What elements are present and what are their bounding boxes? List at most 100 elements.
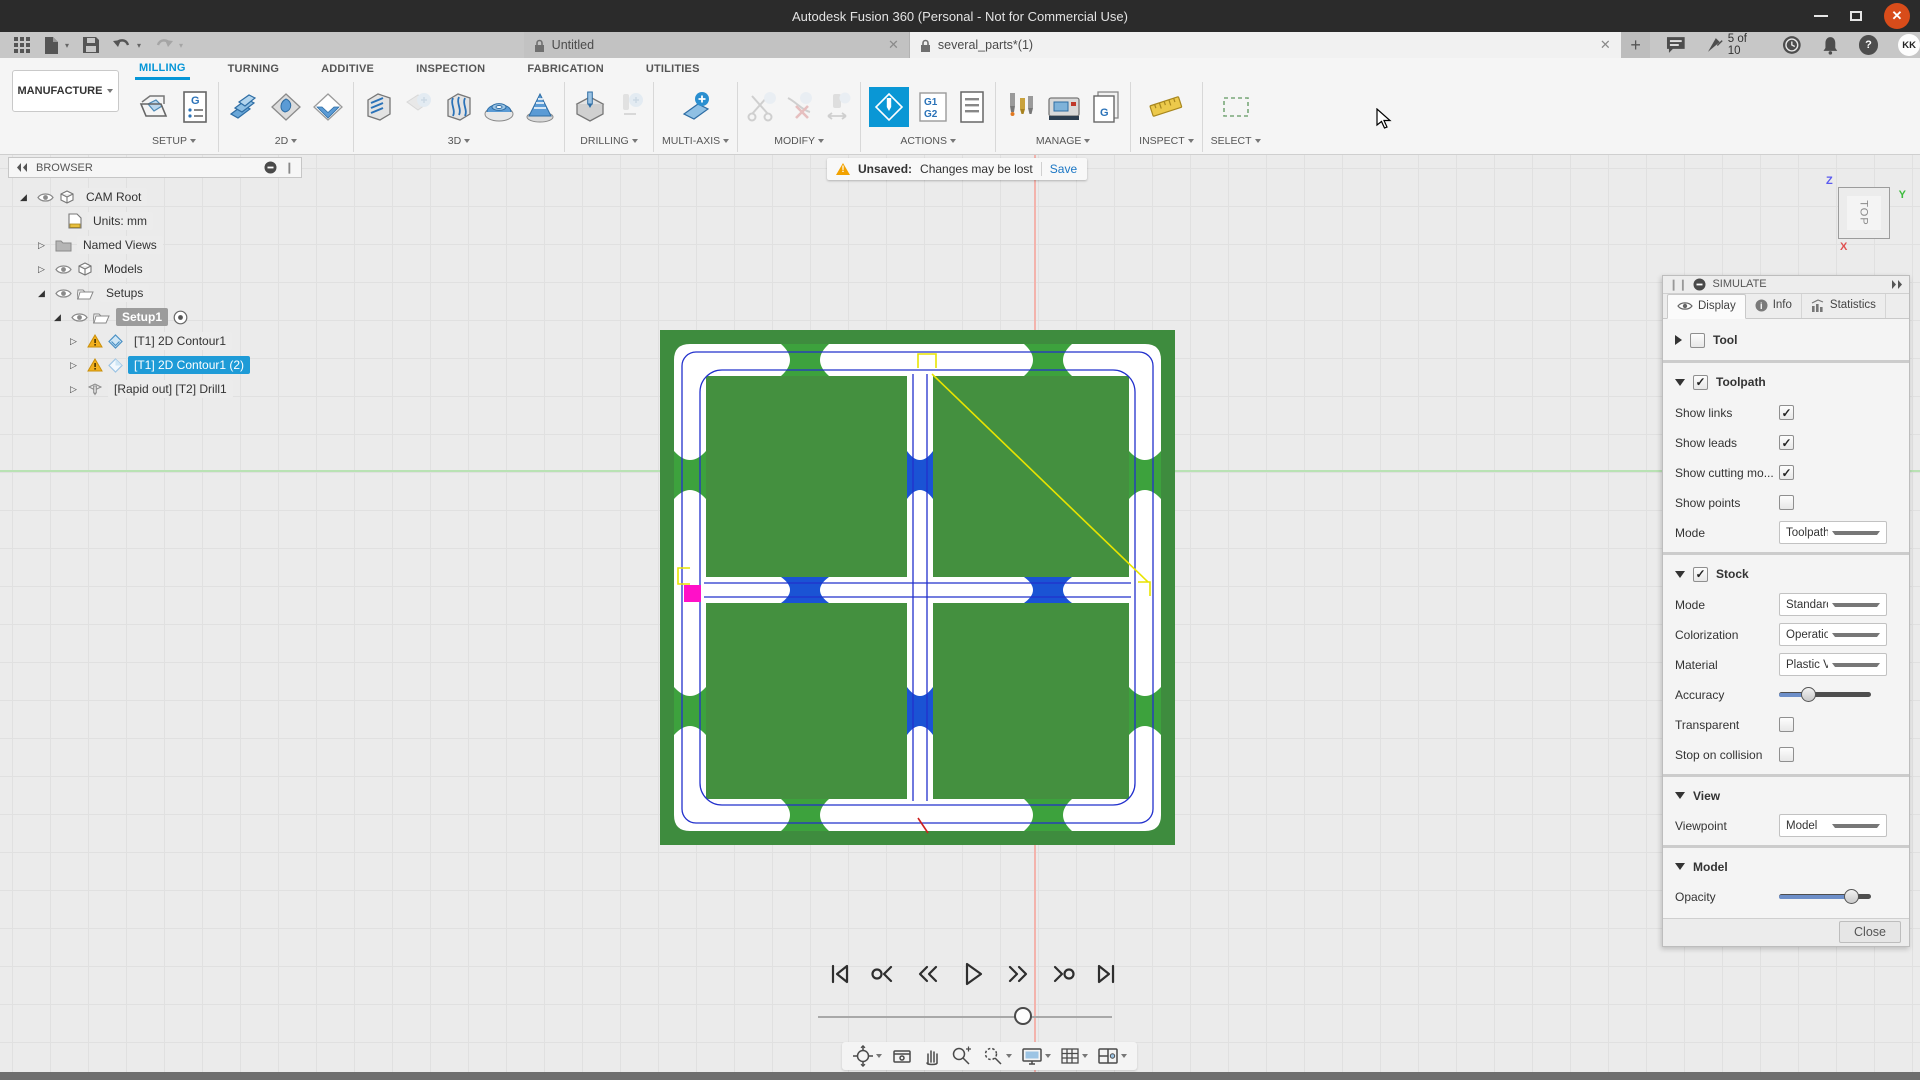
playback-step-back-button[interactable] (915, 963, 941, 985)
tree-item-contour1[interactable]: ▷ [T1] 2D Contour1 (8, 329, 302, 353)
drill-icon[interactable] (573, 90, 607, 124)
zoom-button[interactable] (951, 1046, 973, 1066)
redo-icon[interactable] (155, 38, 173, 52)
visibility-eye-icon[interactable] (71, 312, 88, 323)
expander-icon[interactable]: ◢ (38, 288, 50, 299)
show-leads-checkbox[interactable] (1779, 435, 1794, 450)
tree-item-units[interactable]: Units: mm (8, 209, 302, 233)
undo-caret[interactable]: ▾ (137, 41, 141, 50)
show-cutting-moves-checkbox[interactable] (1779, 465, 1794, 480)
morphed-spiral-icon[interactable] (482, 90, 516, 124)
tree-item-cam-root[interactable]: ◢ CAM Root (8, 185, 302, 209)
tab-several-parts[interactable]: several_parts*(1) ✕ (910, 32, 1621, 58)
tab-turning[interactable]: TURNING (224, 60, 284, 78)
spiral-icon[interactable] (524, 90, 556, 124)
stock-checkbox[interactable] (1693, 567, 1708, 582)
grid-settings-caret[interactable] (1082, 1054, 1088, 1058)
expander-icon[interactable]: ▷ (38, 264, 50, 275)
viewports-button[interactable] (1097, 1046, 1127, 1066)
section-tool[interactable]: Tool (1663, 325, 1909, 356)
maximize-button[interactable] (1850, 11, 1862, 21)
new-tab-button[interactable]: + (1621, 32, 1651, 58)
section-stock[interactable]: Stock (1663, 559, 1909, 590)
job-status[interactable]: 5 of 10 (1706, 33, 1762, 57)
visibility-eye-icon[interactable] (55, 264, 72, 275)
minimize-button[interactable] (1814, 15, 1828, 17)
select-marquee-icon[interactable] (1219, 90, 1253, 124)
tool-checkbox[interactable] (1690, 333, 1705, 348)
save-icon[interactable] (83, 37, 99, 53)
toolpath-mode-select[interactable]: Toolpath before ... (1779, 521, 1887, 544)
viewpoint-select[interactable]: Model (1779, 814, 1887, 837)
orbit-caret[interactable] (876, 1054, 882, 1058)
opacity-slider[interactable] (1779, 889, 1871, 905)
file-menu-caret[interactable]: ▾ (65, 41, 69, 50)
section-collapsed-icon[interactable] (1675, 335, 1682, 345)
viewport-canvas[interactable]: Unsaved: Changes may be lost Save Z Y X … (0, 155, 1920, 1072)
expander-icon[interactable]: ◢ (20, 192, 32, 203)
help-icon[interactable]: ? (1859, 35, 1879, 55)
user-avatar[interactable]: KK (1898, 34, 1920, 56)
comments-icon[interactable] (1666, 36, 1686, 54)
multiaxis-contour-icon[interactable] (679, 90, 713, 124)
tab-inspection[interactable]: INSPECTION (412, 60, 489, 78)
tab-utilities[interactable]: UTILITIES (642, 60, 704, 78)
timeline-handle[interactable] (1014, 1007, 1032, 1025)
toolpath-checkbox[interactable] (1693, 375, 1708, 390)
zoom-window-caret[interactable] (1006, 1054, 1012, 1058)
tab-statistics[interactable]: Statistics (1802, 294, 1886, 318)
tab-display[interactable]: Display (1667, 294, 1746, 319)
expander-icon[interactable]: ▷ (70, 360, 82, 371)
post-process-icon[interactable]: G1G2 (917, 90, 949, 124)
active-setup-radio-icon[interactable] (173, 310, 188, 325)
group-label-select[interactable]: SELECT (1211, 132, 1261, 150)
playback-next-operation-button[interactable] (1050, 963, 1076, 985)
playback-skip-start-button[interactable] (828, 963, 852, 985)
section-expanded-icon[interactable] (1675, 379, 1685, 386)
pan-button[interactable] (922, 1046, 942, 1066)
group-label-actions[interactable]: ACTIONS (900, 132, 956, 150)
playback-skip-end-button[interactable] (1094, 963, 1118, 985)
display-settings-caret[interactable] (1045, 1054, 1051, 1058)
look-at-button[interactable] (891, 1046, 913, 1066)
tab-milling[interactable]: MILLING (135, 59, 190, 80)
workspace-selector[interactable]: MANUFACTURE (12, 70, 119, 112)
section-toolpath[interactable]: Toolpath (1663, 367, 1909, 398)
panel-options-icon[interactable] (1693, 278, 1706, 291)
expander-icon[interactable]: ▷ (70, 336, 82, 347)
section-model[interactable]: Model (1663, 852, 1909, 882)
expand-panel-icon[interactable] (1891, 280, 1903, 289)
expander-icon[interactable]: ◢ (54, 312, 66, 323)
group-label-setup[interactable]: SETUP (152, 132, 196, 150)
show-points-checkbox[interactable] (1779, 495, 1794, 510)
post-library-icon[interactable]: G (1090, 90, 1122, 124)
2d-adaptive-icon[interactable] (227, 90, 261, 124)
group-label-3d[interactable]: 3D (448, 132, 470, 150)
tree-item-setup1[interactable]: ◢ Setup1 (8, 305, 302, 329)
tab-info[interactable]: i Info (1746, 294, 1802, 318)
material-select[interactable]: Plastic Vinyl (1779, 653, 1887, 676)
simulate-icon-active[interactable] (869, 87, 909, 127)
group-label-multiaxis[interactable]: MULTI-AXIS (662, 132, 729, 150)
close-tab-icon[interactable]: ✕ (888, 37, 899, 53)
section-expanded-icon[interactable] (1675, 792, 1685, 799)
3d-adaptive-icon[interactable] (362, 90, 394, 124)
accuracy-slider[interactable] (1779, 687, 1871, 703)
2d-pocket-icon[interactable] (269, 90, 303, 124)
redo-caret[interactable]: ▾ (179, 41, 183, 50)
save-link[interactable]: Save (1050, 162, 1077, 176)
tab-fabrication[interactable]: FABRICATION (523, 60, 608, 78)
recent-activity-icon[interactable] (1782, 35, 1802, 55)
transparent-checkbox[interactable] (1779, 717, 1794, 732)
opacity-slider-handle[interactable] (1844, 889, 1859, 904)
flow-icon[interactable] (442, 90, 474, 124)
tree-item-setups[interactable]: ◢ Setups (8, 281, 302, 305)
close-tab-icon[interactable]: ✕ (1600, 37, 1611, 53)
group-label-manage[interactable]: MANAGE (1036, 132, 1091, 150)
visibility-eye-icon[interactable] (37, 192, 54, 203)
undo-icon[interactable] (113, 38, 131, 52)
2d-contour-icon[interactable] (311, 90, 345, 124)
nc-program-icon[interactable]: G (180, 90, 210, 124)
notifications-bell-icon[interactable] (1822, 36, 1839, 55)
playback-play-button[interactable] (959, 961, 987, 987)
